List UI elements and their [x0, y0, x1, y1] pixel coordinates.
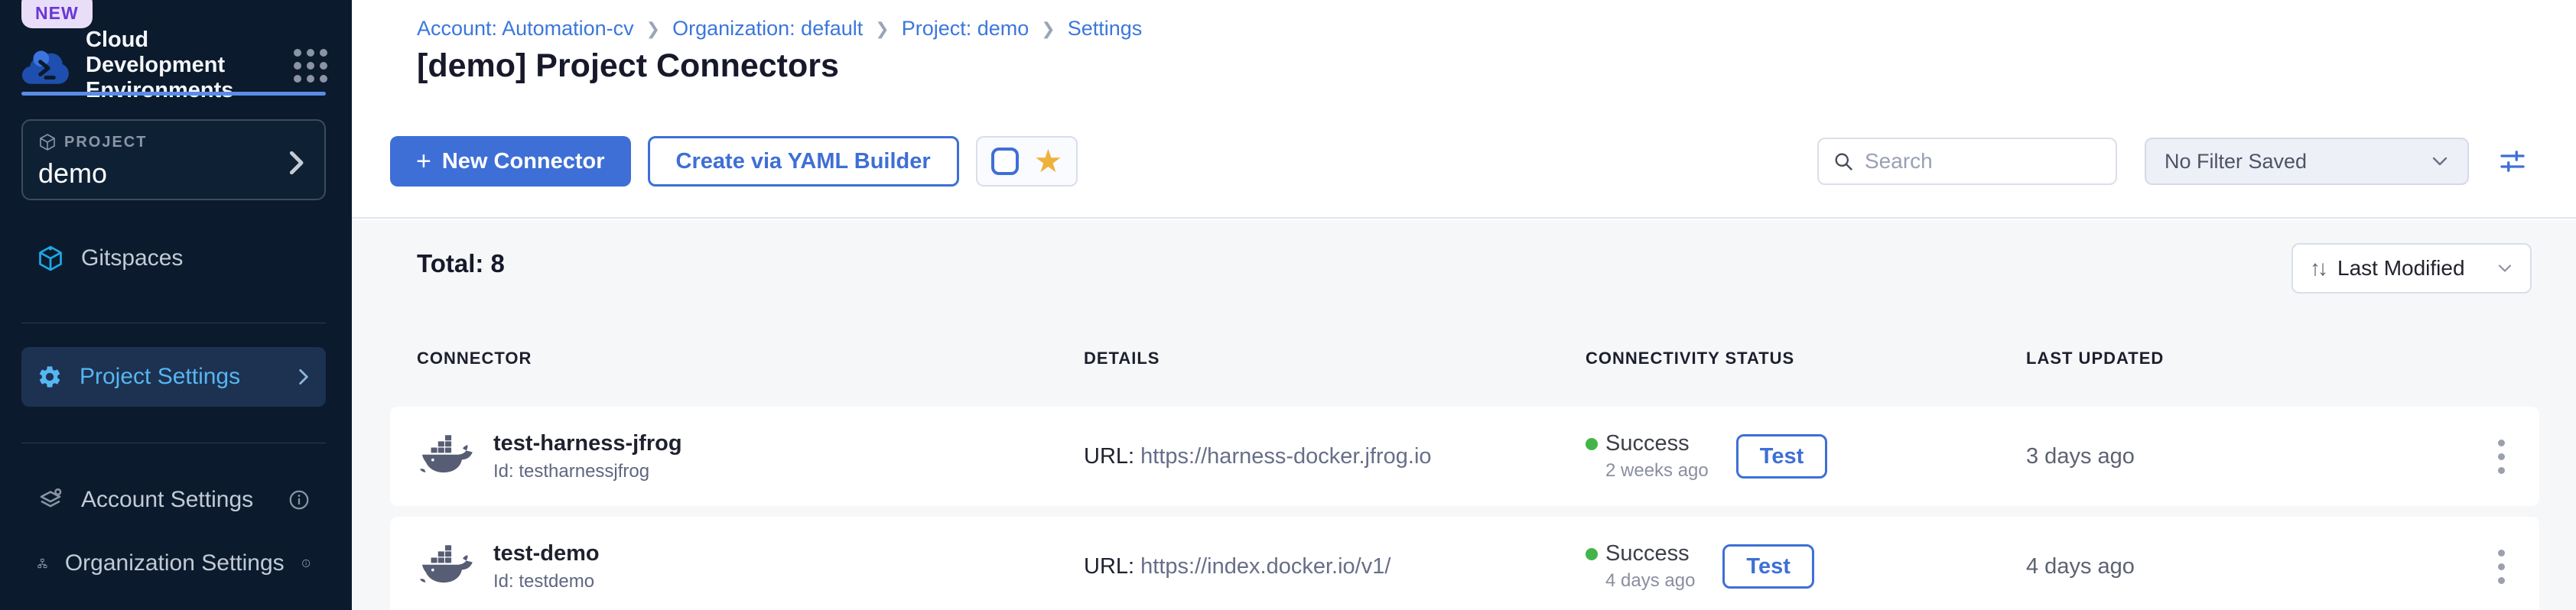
- column-last-updated: LAST UPDATED: [2026, 349, 2477, 368]
- column-connector: CONNECTOR: [417, 349, 1084, 368]
- sidebar-item-account-settings[interactable]: Account Settings: [21, 475, 326, 524]
- last-updated: 3 days ago: [2026, 444, 2477, 469]
- page-header: Account: Automation-cv ❯ Organization: d…: [352, 0, 2576, 115]
- row-menu-button[interactable]: [2490, 432, 2513, 482]
- chevron-down-icon: [2496, 263, 2513, 274]
- breadcrumb-settings[interactable]: Settings: [1068, 17, 1143, 41]
- chevron-right-icon: [297, 367, 311, 387]
- breadcrumb-project[interactable]: Project: demo: [902, 17, 1029, 41]
- project-label: PROJECT: [64, 134, 147, 151]
- sidebar-item-gitspaces[interactable]: Gitspaces: [21, 234, 326, 283]
- toolbar: + New Connector Create via YAML Builder …: [352, 115, 2576, 219]
- breadcrumb-separator: ❯: [646, 19, 660, 39]
- page-title: [demo] Project Connectors: [417, 47, 839, 85]
- org-gear-icon: [37, 550, 48, 577]
- column-details: DETAILS: [1084, 349, 1586, 368]
- sort-value: Last Modified: [2337, 256, 2465, 281]
- breadcrumb-separator: ❯: [875, 19, 889, 39]
- success-dot: [1586, 548, 1598, 560]
- filter-sliders-icon: [2496, 145, 2529, 177]
- sidebar-item-label: Gitspaces: [81, 245, 183, 271]
- search-icon: [1833, 151, 1854, 172]
- connector-id: Id: testharnessjfrog: [493, 461, 682, 482]
- sort-arrows-icon: ↑↓: [2310, 256, 2325, 281]
- connector-id: Id: testdemo: [493, 571, 600, 592]
- project-selector[interactable]: PROJECT demo: [21, 119, 326, 200]
- table-header: CONNECTOR DETAILS CONNECTIVITY STATUS LA…: [390, 349, 2539, 368]
- connectors-list-area: Total: 8 ↑↓ Last Modified CONNECTOR DETA…: [352, 220, 2576, 610]
- url-label: URL:: [1084, 554, 1134, 579]
- sidebar-item-label: Account Settings: [81, 487, 253, 513]
- docker-icon: [417, 433, 473, 479]
- connector-name[interactable]: test-harness-jfrog: [493, 431, 682, 456]
- url-value: https://harness-docker.jfrog.io: [1140, 444, 1431, 469]
- status-time: 4 days ago: [1605, 570, 1695, 592]
- new-connector-button[interactable]: + New Connector: [390, 136, 631, 187]
- status-text: Success: [1605, 431, 1690, 456]
- search-input[interactable]: [1865, 149, 2094, 174]
- status-time: 2 weeks ago: [1605, 460, 1709, 482]
- cube-icon: [38, 133, 57, 151]
- docker-icon: [417, 543, 473, 589]
- column-connectivity-status: CONNECTIVITY STATUS: [1586, 349, 2026, 368]
- sidebar: NEW Cloud Development Environments PROJE…: [0, 0, 352, 610]
- table-row[interactable]: test-harness-jfrog Id: testharnessjfrog …: [390, 407, 2539, 506]
- breadcrumb-separator: ❯: [1041, 19, 1055, 39]
- success-dot: [1586, 438, 1598, 450]
- sort-dropdown[interactable]: ↑↓ Last Modified: [2291, 243, 2532, 294]
- connector-name[interactable]: test-demo: [493, 541, 600, 566]
- info-icon[interactable]: [301, 552, 311, 575]
- plus-icon: +: [416, 147, 431, 177]
- favorites-filter-group: ★: [976, 136, 1078, 187]
- create-yaml-builder-button[interactable]: Create via YAML Builder: [648, 136, 959, 187]
- cloud-logo-icon: [21, 44, 72, 87]
- table-row[interactable]: test-demo Id: testdemo URL: https://inde…: [390, 517, 2539, 610]
- main-content: Account: Automation-cv ❯ Organization: d…: [352, 0, 2576, 610]
- last-updated: 4 days ago: [2026, 554, 2477, 579]
- test-connection-button[interactable]: Test: [1736, 434, 1827, 479]
- search-box: [1817, 138, 2117, 185]
- test-connection-button[interactable]: Test: [1722, 544, 1813, 589]
- gear-icon: [37, 364, 63, 390]
- url-label: URL:: [1084, 444, 1134, 469]
- sidebar-item-label: Organization Settings: [65, 550, 285, 576]
- url-value: https://index.docker.io/v1/: [1140, 554, 1390, 579]
- app-grid-icon[interactable]: [294, 49, 327, 83]
- favorites-checkbox[interactable]: [991, 148, 1019, 175]
- logo-underline: [21, 92, 326, 96]
- row-menu-button[interactable]: [2490, 542, 2513, 592]
- star-icon: ★: [1034, 145, 1063, 177]
- gitspaces-cube-icon: [37, 245, 64, 272]
- sidebar-item-organization-settings[interactable]: Organization Settings: [21, 539, 326, 588]
- project-name: demo: [38, 157, 309, 190]
- new-badge: NEW: [21, 0, 93, 28]
- breadcrumb-account[interactable]: Account: Automation-cv: [417, 17, 634, 41]
- sidebar-item-project-settings[interactable]: Project Settings: [21, 347, 326, 407]
- table-rows: test-harness-jfrog Id: testharnessjfrog …: [390, 407, 2539, 610]
- chevron-down-icon: [2431, 155, 2449, 167]
- layers-gear-icon: [37, 486, 64, 514]
- breadcrumb: Account: Automation-cv ❯ Organization: d…: [417, 17, 1142, 41]
- status-text: Success: [1605, 541, 1690, 566]
- filter-settings-button[interactable]: [2496, 145, 2529, 177]
- breadcrumb-organization[interactable]: Organization: default: [672, 17, 863, 41]
- total-count: Total: 8: [417, 249, 505, 278]
- info-icon[interactable]: [288, 488, 311, 511]
- saved-filter-dropdown[interactable]: No Filter Saved: [2145, 138, 2469, 185]
- sidebar-item-label: Project Settings: [80, 364, 240, 390]
- chevron-right-icon: [286, 150, 306, 176]
